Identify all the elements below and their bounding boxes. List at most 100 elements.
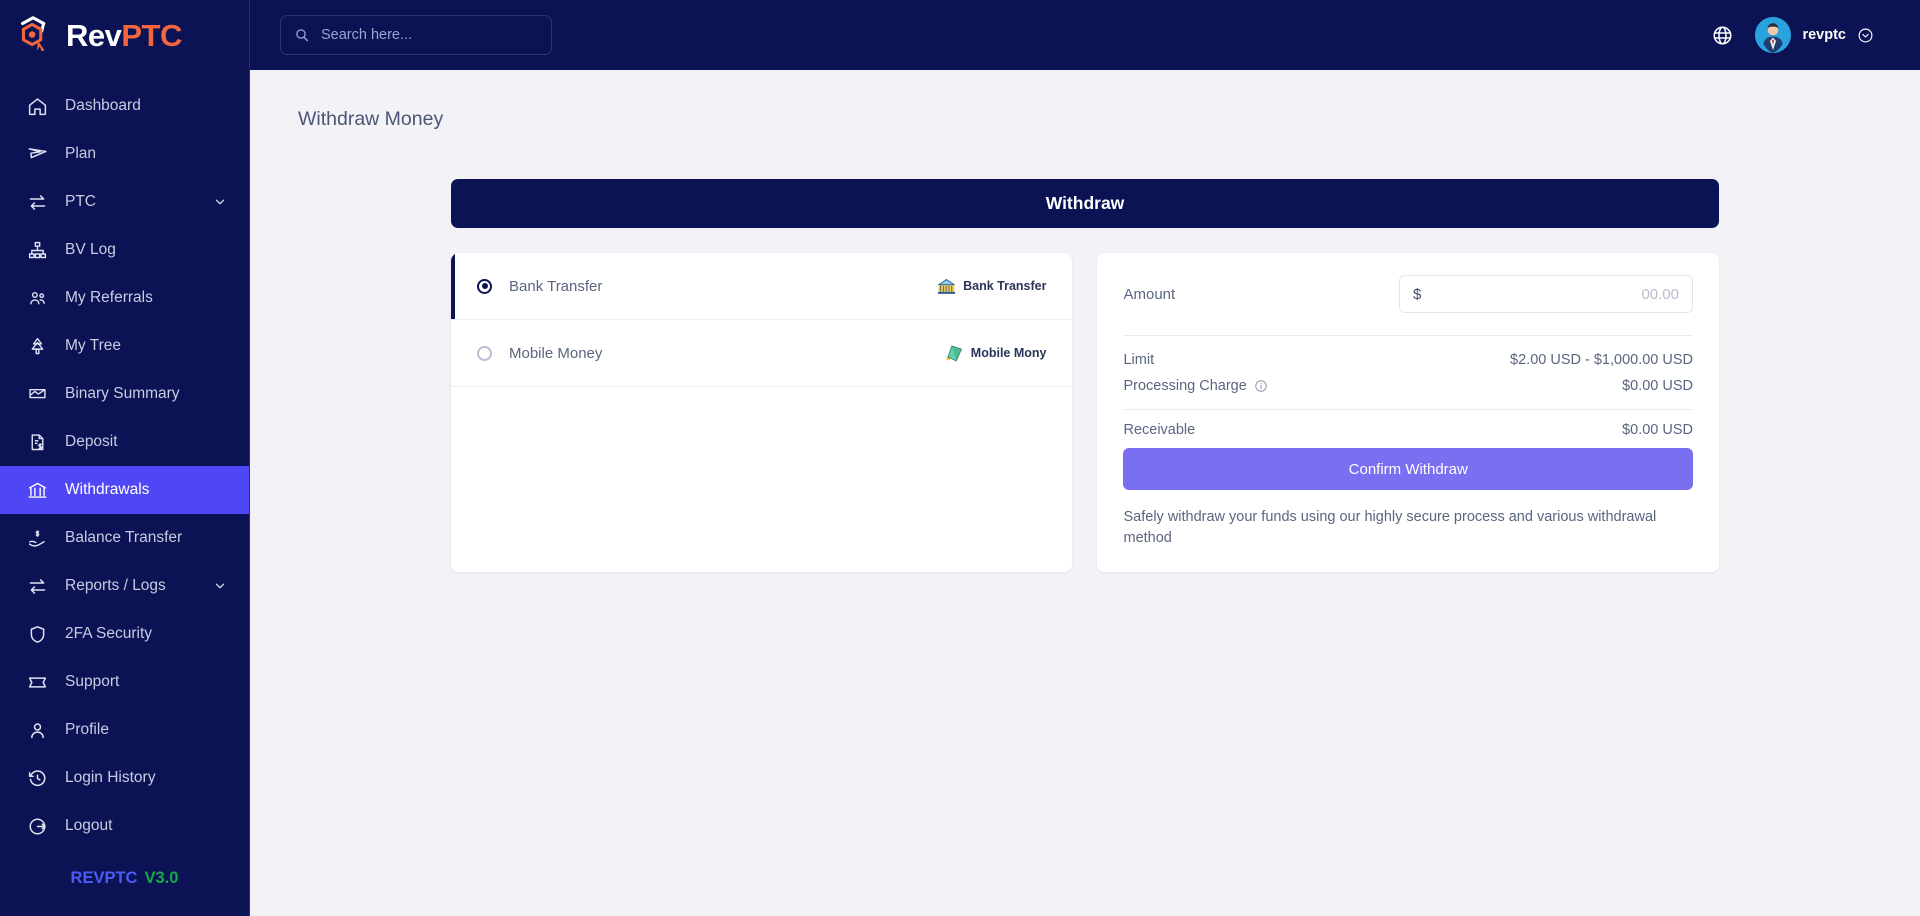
amount-label: Amount	[1123, 285, 1176, 303]
withdraw-header: Withdraw	[451, 179, 1719, 228]
sidebar-item-label: Reports / Logs	[65, 577, 166, 594]
sidebar-item-label: 2FA Security	[65, 625, 153, 642]
sidebar-item-bv-log[interactable]: BV Log	[0, 226, 249, 274]
globe-icon[interactable]	[1709, 22, 1735, 48]
logout-icon	[26, 815, 48, 837]
users-group-icon	[26, 287, 48, 309]
summary-label: Limit	[1123, 352, 1155, 368]
withdraw-panels: Bank Transfer Bank Transfer Mobile Money…	[451, 253, 1719, 573]
sidebar-item-my-tree[interactable]: My Tree	[0, 322, 249, 370]
radio-bank-transfer[interactable]	[477, 278, 492, 294]
money-bills-icon	[944, 343, 965, 364]
withdraw-container: Withdraw Bank Transfer Bank Transfer Mob…	[451, 179, 1719, 573]
bank-icon	[26, 479, 48, 501]
method-brand-bank-transfer: Bank Transfer	[936, 276, 1046, 297]
summary-value: $0.00 USD	[1622, 378, 1693, 394]
brand-logo[interactable]: RevPTC	[0, 0, 249, 70]
app-root: RevPTC Dashboard Plan PTC BV Log My Refe…	[0, 0, 1920, 916]
sidebar-item-withdrawals[interactable]: Withdrawals	[0, 466, 249, 514]
sidebar-item-profile[interactable]: Profile	[0, 706, 249, 754]
confirm-withdraw-button[interactable]: Confirm Withdraw	[1123, 448, 1693, 490]
brand-text-rev: Rev	[66, 17, 122, 53]
sidebar-item-label: My Tree	[65, 337, 121, 354]
paper-plane-icon	[26, 143, 48, 165]
receivable-label: Receivable	[1123, 422, 1196, 438]
sidebar-item-label: Profile	[65, 721, 109, 738]
page-title: Withdraw Money	[298, 108, 444, 130]
method-brand-mobile-money: Mobile Mony	[944, 343, 1047, 364]
sidebar-item-login-history[interactable]: Login History	[0, 754, 249, 802]
sitemap-icon	[26, 239, 48, 261]
method-label: Bank Transfer	[509, 277, 603, 295]
hexagon-cursor-logo-icon	[12, 12, 58, 58]
user-menu[interactable]: revptc	[1755, 17, 1874, 53]
withdraw-methods-card: Bank Transfer Bank Transfer Mobile Money…	[451, 253, 1073, 573]
sidebar-item-label: Withdrawals	[65, 481, 150, 498]
invoice-dollar-icon	[26, 431, 48, 453]
sidebar-item-deposit[interactable]: Deposit	[0, 418, 249, 466]
brand-text-ptc: PTC	[121, 17, 182, 53]
version-name: REVPTC	[70, 868, 138, 887]
topbar-right: revptc	[1709, 17, 1874, 53]
sidebar-item-ptc[interactable]: PTC	[0, 178, 249, 226]
sidebar-item-label: Balance Transfer	[65, 529, 183, 546]
sidebar-item-label: PTC	[65, 193, 96, 210]
bank-building-icon	[936, 276, 957, 297]
brand-text: RevPTC	[66, 20, 182, 51]
main-area: revptc Withdraw Money Withdraw	[250, 0, 1920, 916]
radio-mobile-money[interactable]	[477, 345, 492, 361]
summary-label: Processing Charge	[1123, 378, 1247, 394]
amount-input[interactable]	[1421, 285, 1679, 303]
amount-input-wrapper[interactable]: $	[1399, 275, 1693, 313]
sidebar-item-label: Logout	[65, 817, 113, 834]
sidebar-item-balance-transfer[interactable]: Balance Transfer	[0, 514, 249, 562]
method-brand-label: Mobile Mony	[970, 346, 1047, 360]
sidebar-item-plan[interactable]: Plan	[0, 130, 249, 178]
chart-flag-icon	[26, 383, 48, 405]
clock-history-icon	[26, 767, 48, 789]
search-input[interactable]	[321, 27, 538, 43]
receivable-value: $0.00 USD	[1622, 422, 1693, 438]
sidebar-item-logout[interactable]: Logout	[0, 802, 249, 850]
chevron-circle-down-icon[interactable]	[1857, 27, 1874, 44]
user-avatar-icon	[1755, 17, 1792, 53]
summary-value: $2.00 USD - $1,000.00 USD	[1510, 352, 1693, 368]
sidebar-item-label: Dashboard	[65, 97, 141, 114]
method-option-mobile-money[interactable]: Mobile Money Mobile Mony	[451, 320, 1073, 387]
sidebar-item-my-referrals[interactable]: My Referrals	[0, 274, 249, 322]
sidebar-item-label: Support	[65, 673, 120, 690]
version-number: V3.0	[144, 868, 179, 887]
chevron-down-icon[interactable]	[213, 579, 227, 593]
shield-icon	[26, 623, 48, 645]
sidebar-item-label: BV Log	[65, 241, 116, 258]
method-brand-label: Bank Transfer	[963, 279, 1047, 293]
sidebar-item-label: My Referrals	[65, 289, 153, 306]
summary-row-receivable: Receivable $0.00 USD	[1123, 410, 1693, 448]
search-icon	[294, 27, 310, 43]
sidebar: RevPTC Dashboard Plan PTC BV Log My Refe…	[0, 0, 250, 916]
sidebar-item-binary-summary[interactable]: Binary Summary	[0, 370, 249, 418]
search-box[interactable]	[280, 15, 552, 55]
sidebar-version: REVPTC V3.0	[0, 856, 249, 916]
sidebar-item-label: Deposit	[65, 433, 118, 450]
sidebar-item-reports-logs[interactable]: Reports / Logs	[0, 562, 249, 610]
summary-row-limit: Limit $2.00 USD - $1,000.00 USD	[1123, 336, 1693, 373]
tree-icon	[26, 335, 48, 357]
sidebar-item-label: Binary Summary	[65, 385, 180, 402]
sidebar-item-label: Plan	[65, 145, 97, 162]
home-icon	[26, 95, 48, 117]
sidebar-item-2fa-security[interactable]: 2FA Security	[0, 610, 249, 658]
hand-money-icon	[26, 527, 48, 549]
sidebar-item-dashboard[interactable]: Dashboard	[0, 82, 249, 130]
method-option-bank-transfer[interactable]: Bank Transfer Bank Transfer	[451, 253, 1073, 320]
chevron-down-icon[interactable]	[213, 195, 227, 209]
topbar: revptc	[250, 0, 1920, 70]
amount-row: Amount $	[1123, 275, 1693, 336]
user-icon	[26, 719, 48, 741]
summary-row-processing-charge: Processing Charge $0.00 USD	[1123, 373, 1693, 399]
info-circle-icon[interactable]	[1254, 379, 1268, 393]
exchange-arrows-icon	[26, 575, 48, 597]
content-area: Withdraw Money Withdraw Bank Transfer Ba…	[250, 70, 1920, 916]
sidebar-nav: Dashboard Plan PTC BV Log My Referrals M…	[0, 70, 249, 856]
sidebar-item-support[interactable]: Support	[0, 658, 249, 706]
